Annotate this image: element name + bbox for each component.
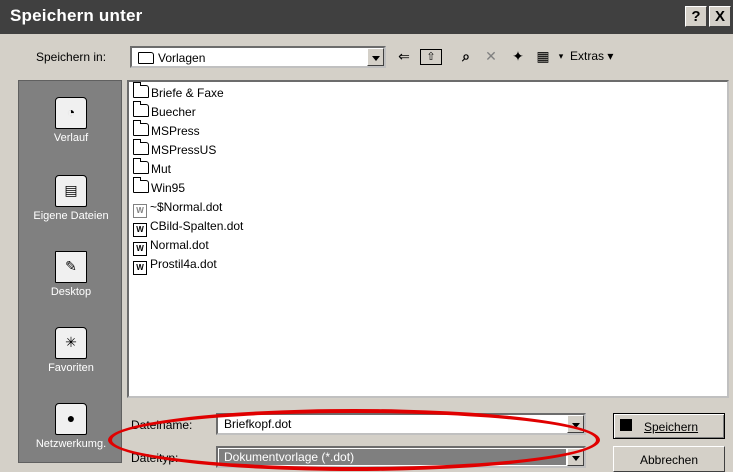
filetype-value: Dokumentvorlage (*.dot) [224, 450, 355, 464]
list-item[interactable]: W CBild-Spalten.dot [133, 217, 244, 237]
views-icon[interactable]: ▦ [532, 46, 554, 66]
list-item[interactable]: Buecher [133, 101, 196, 121]
file-name: Win95 [151, 181, 186, 195]
places-bar: ◔ Verlauf ▤ Eigene Dateien ✎ Desktop ✳ F… [18, 80, 122, 463]
word-document-icon: W [133, 242, 147, 256]
file-name: Mut [151, 162, 172, 176]
views-dropdown-icon[interactable]: ▾ [556, 46, 566, 66]
favorites-icon: ✳ [55, 327, 87, 359]
place-label: Netzwerkumg. [35, 438, 107, 450]
file-name: MSPressUS [151, 143, 217, 157]
extras-label: Extras [570, 49, 605, 63]
folder-icon [133, 139, 149, 155]
cancel-button[interactable]: Abbrechen [613, 446, 725, 472]
network-icon: ● [55, 403, 87, 435]
file-name: ~$Normal.dot [150, 200, 223, 214]
save-button-label: Speichern [644, 420, 699, 434]
file-name: Briefe & Faxe [151, 86, 224, 100]
place-desktop[interactable]: ✎ Desktop [19, 251, 123, 298]
file-name: MSPress [151, 124, 200, 138]
place-eigene-dateien[interactable]: ▤ Eigene Dateien [19, 175, 123, 222]
place-netzwerk[interactable]: ● Netzwerkumg. [19, 403, 123, 450]
place-label: Eigene Dateien [33, 210, 109, 222]
my-documents-icon: ▤ [55, 175, 87, 207]
list-item[interactable]: MSPress [133, 120, 200, 140]
save-button[interactable]: Speichern [613, 413, 725, 439]
file-name: Prostil4a.dot [150, 257, 217, 271]
search-web-icon[interactable]: ⌕ [456, 46, 476, 66]
save-in-value: Vorlagen [158, 51, 206, 65]
cancel-button-label: Abbrechen [639, 453, 699, 467]
list-item[interactable]: Mut [133, 158, 172, 178]
delete-icon[interactable]: ✕ [482, 46, 500, 66]
back-icon[interactable]: ⇐ [394, 46, 414, 66]
file-name: Normal.dot [150, 238, 209, 252]
help-button[interactable]: ? [685, 6, 707, 27]
chevron-down-icon[interactable] [567, 415, 584, 433]
place-favoriten[interactable]: ✳ Favoriten [19, 327, 123, 374]
word-document-icon: W [133, 204, 147, 218]
list-item[interactable]: W ~$Normal.dot [133, 198, 223, 218]
folder-icon [133, 101, 149, 117]
list-item[interactable]: W Normal.dot [133, 236, 209, 256]
place-label: Desktop [50, 286, 92, 298]
folder-icon [133, 120, 149, 136]
save-in-combo[interactable]: Vorlagen [130, 46, 386, 68]
window-title: Speichern unter [10, 6, 143, 25]
filetype-label: Dateityp: [131, 451, 179, 465]
desktop-icon: ✎ [55, 251, 87, 283]
chevron-down-icon[interactable] [567, 448, 584, 466]
filename-field[interactable]: Briefkopf.dot [216, 413, 586, 435]
save-disk-icon [620, 419, 632, 431]
folder-icon [133, 177, 149, 193]
new-folder-icon[interactable]: ✦ [508, 46, 528, 66]
extras-menu[interactable]: Extras ▾ [570, 46, 630, 66]
folder-icon [133, 158, 149, 174]
word-document-icon: W [133, 223, 147, 237]
file-name: CBild-Spalten.dot [150, 219, 244, 233]
list-item[interactable]: Win95 [133, 177, 186, 197]
list-item[interactable]: MSPressUS [133, 139, 217, 159]
close-button[interactable]: X [709, 6, 731, 27]
folder-icon [133, 82, 149, 98]
filename-value: Briefkopf.dot [224, 417, 292, 431]
place-label: Favoriten [48, 362, 94, 374]
file-list[interactable]: Briefe & Faxe Buecher MSPress MSPressUS … [127, 80, 729, 398]
filename-label: Dateiname: [131, 418, 193, 432]
up-folder-icon[interactable]: ⇧ [420, 49, 442, 65]
place-verlauf[interactable]: ◔ Verlauf [19, 97, 123, 144]
list-item[interactable]: Briefe & Faxe [133, 82, 224, 102]
word-document-icon: W [133, 261, 147, 275]
filetype-select[interactable]: Dokumentvorlage (*.dot) [216, 446, 586, 468]
place-label: Verlauf [53, 132, 89, 144]
folder-icon [138, 52, 154, 64]
chevron-down-icon[interactable] [367, 48, 384, 66]
save-in-label: Speichern in: [36, 50, 107, 64]
list-item[interactable]: W Prostil4a.dot [133, 255, 217, 275]
file-name: Buecher [151, 105, 196, 119]
title-bar: Speichern unter ? X [0, 0, 733, 34]
history-icon: ◔ [55, 97, 87, 129]
